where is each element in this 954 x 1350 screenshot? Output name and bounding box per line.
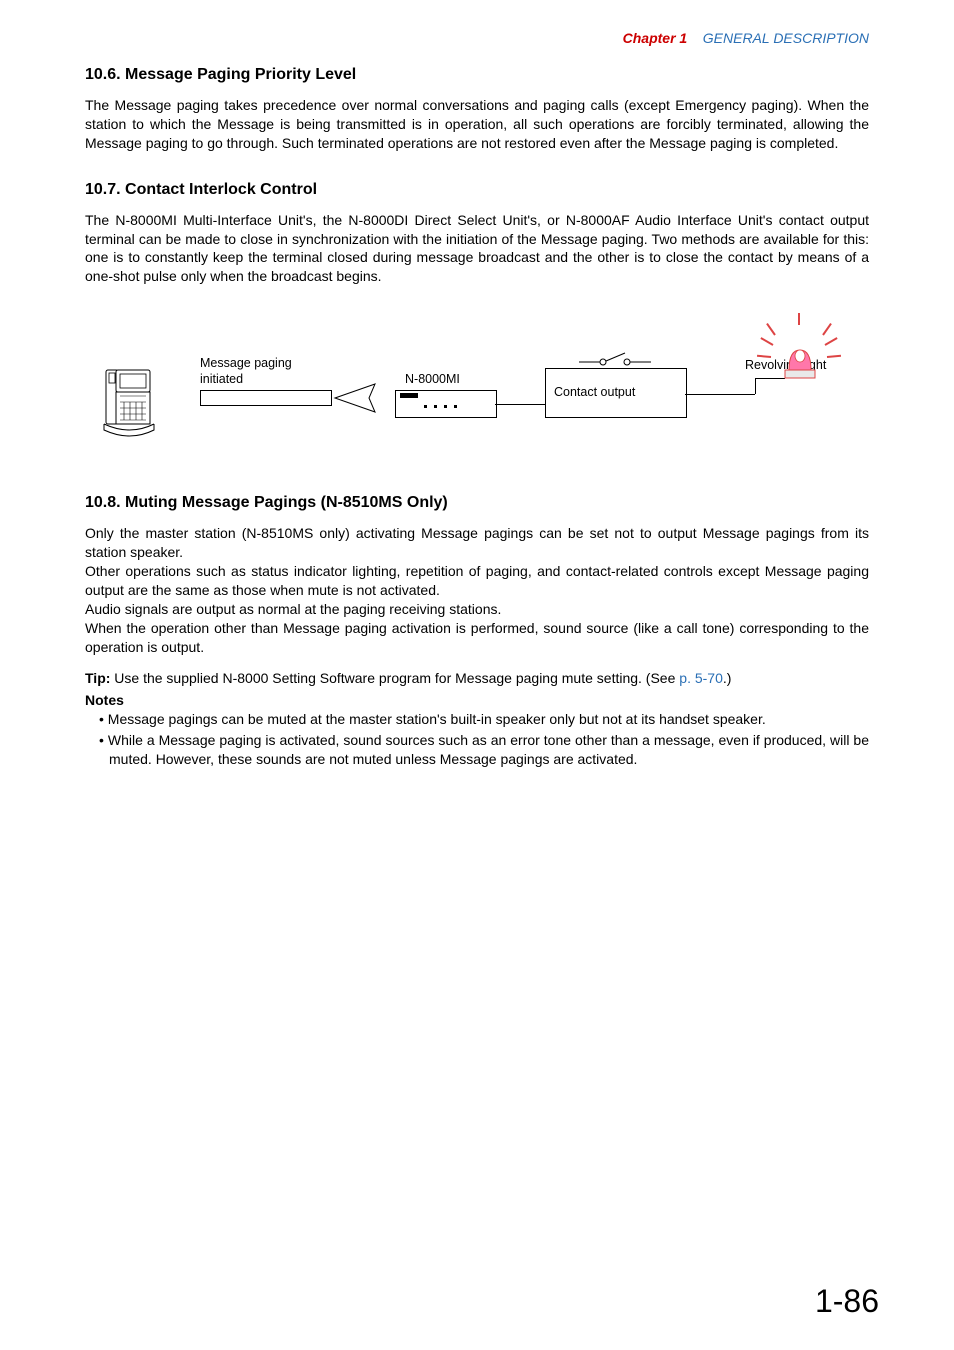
tip-label: Tip:: [85, 670, 110, 686]
section-10-8-para4: When the operation other than Message pa…: [85, 619, 869, 657]
list-item: Message pagings can be muted at the mast…: [99, 710, 869, 729]
tip-link[interactable]: p. 5-70: [679, 670, 723, 686]
section-10-8-heading: 10.8. Muting Message Pagings (N-8510MS O…: [85, 494, 869, 512]
chapter-label: Chapter 1: [623, 30, 688, 46]
tip-after: .): [723, 670, 732, 686]
page-header: Chapter 1 GENERAL DESCRIPTION: [85, 30, 869, 46]
switch-icon: [575, 344, 655, 368]
section-10-8-para1: Only the master station (N-8510MS only) …: [85, 524, 869, 562]
notes-list: Message pagings can be muted at the mast…: [85, 710, 869, 769]
page-number: 1-86: [815, 1283, 879, 1320]
list-item: While a Message paging is activated, sou…: [99, 731, 869, 769]
station-icon: [100, 366, 160, 438]
section-10-8-para2: Other operations such as status indicato…: [85, 562, 869, 600]
label-n8000mi: N-8000MI: [405, 372, 460, 386]
tip-line: Tip: Use the supplied N-8000 Setting Sof…: [85, 670, 869, 686]
label-message-paging-2: initiated: [200, 372, 243, 386]
label-message-paging-1: Message paging: [200, 356, 292, 370]
box-n8000mi: [395, 390, 497, 418]
box-contact-output: Contact output: [545, 368, 687, 418]
diagram-contact-interlock: Message paging initiated N-8000MI Contac…: [85, 304, 869, 474]
section-10-8-para3: Audio signals are output as normal at th…: [85, 600, 869, 619]
section-10-6-heading: 10.6. Message Paging Priority Level: [85, 66, 869, 84]
arrow-icon: [333, 376, 393, 420]
chapter-title: GENERAL DESCRIPTION: [703, 30, 869, 46]
revolving-light-icon: [775, 336, 825, 386]
tip-text: Use the supplied N-8000 Setting Software…: [110, 670, 679, 686]
notes-heading: Notes: [85, 692, 869, 708]
section-10-7-para: The N-8000MI Multi-Interface Unit's, the…: [85, 211, 869, 287]
section-10-6-para: The Message paging takes precedence over…: [85, 96, 869, 153]
box-source: [200, 390, 332, 406]
page-content: Chapter 1 GENERAL DESCRIPTION 10.6. Mess…: [0, 0, 954, 811]
label-contact-output: Contact output: [554, 385, 635, 399]
section-10-7-heading: 10.7. Contact Interlock Control: [85, 181, 869, 199]
